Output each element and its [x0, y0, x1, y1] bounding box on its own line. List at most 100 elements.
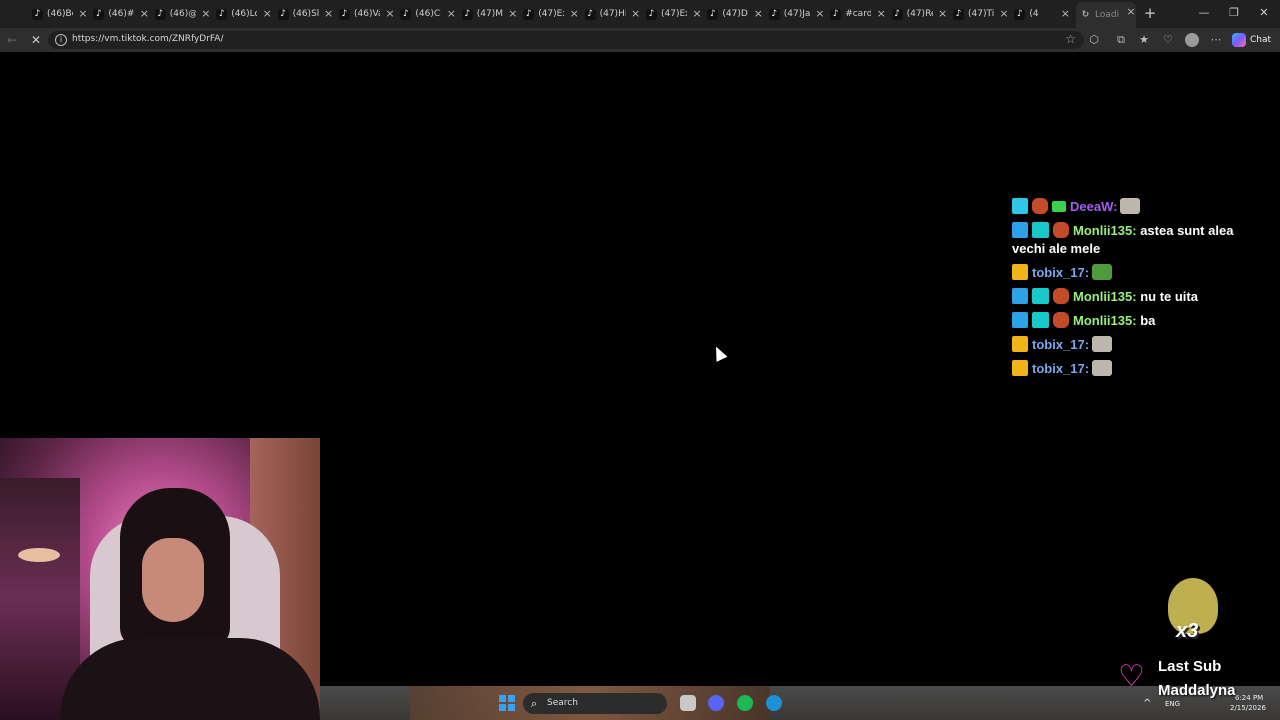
tab[interactable]: ♪ (46)Lo × [216, 4, 272, 24]
tab-close-icon[interactable]: × [1126, 5, 1136, 18]
chat-text: nu te uita [1140, 289, 1198, 304]
tiktok-icon: ♪ [93, 8, 105, 20]
pin-badge-icon [1012, 222, 1028, 238]
tab-close-icon[interactable]: × [938, 7, 948, 20]
crown-badge-icon [1012, 264, 1028, 280]
tab-title: (47)Re [906, 9, 933, 19]
tab[interactable]: ♪(47)Ex× [646, 4, 702, 24]
taskbar-search[interactable]: ⌕ Search [523, 693, 667, 714]
tab-close-icon[interactable]: × [876, 7, 886, 20]
extensions-icon[interactable]: ⬡ [1086, 32, 1102, 48]
tab-title: (47)Ti [968, 9, 994, 19]
tiktok-icon: ♪ [891, 8, 903, 20]
tab[interactable]: ♪(47)Ex× [523, 4, 579, 24]
tab-close-icon[interactable]: × [78, 7, 88, 20]
stop-loading-button[interactable]: ✕ [28, 32, 44, 48]
tab-close-icon[interactable]: × [262, 7, 272, 20]
tab[interactable]: ♪(47)Dc × [707, 4, 763, 24]
tab[interactable]: ♪(46)Slu × [277, 4, 334, 24]
tiktok-icon: ♪ [154, 8, 166, 20]
tiktok-icon: ♪ [830, 8, 842, 20]
minimize-button[interactable]: — [1194, 4, 1214, 22]
url-text[interactable]: https://vm.tiktok.com/ZNRfyDrFA/ [72, 34, 223, 44]
tab-close-icon[interactable]: × [385, 7, 395, 20]
tab-title: (4 [1029, 9, 1039, 19]
close-window-button[interactable]: ✕ [1254, 4, 1274, 22]
last-sub-name: Maddalyna [1158, 682, 1236, 699]
chat-message: tobix_17: [1012, 360, 1262, 378]
green-badge-icon [1052, 201, 1066, 212]
profile-avatar[interactable] [1185, 33, 1199, 47]
tab-close-icon[interactable]: × [692, 7, 702, 20]
restore-button[interactable]: ❐ [1224, 4, 1244, 22]
tab[interactable]: ♪ (47)Hi × [584, 4, 641, 24]
file-explorer-icon[interactable] [680, 695, 696, 711]
tab[interactable]: ♪ (47)Ja × [768, 4, 825, 24]
tab-title: (46)Va [354, 9, 380, 19]
tiktok-icon: ♪ [707, 8, 719, 20]
discord-icon[interactable] [708, 695, 724, 711]
tab-close-icon[interactable]: × [999, 7, 1009, 20]
tiktok-icon: ♪ [400, 8, 412, 20]
new-tab-button[interactable]: + [1142, 4, 1158, 22]
spotify-icon[interactable] [737, 695, 753, 711]
copilot-chat-button[interactable]: Chat [1232, 32, 1271, 48]
tab[interactable]: ♪#cardi × [830, 4, 886, 24]
tiktok-icon: ♪ [646, 8, 657, 20]
edge-icon[interactable] [766, 695, 782, 711]
tab[interactable]: ♪ (4 × [1014, 4, 1070, 24]
tab-close-icon[interactable]: × [1060, 7, 1070, 20]
tab[interactable]: ♪ (47)Ti × [953, 4, 1009, 24]
chat-message: Monlii135: ba [1012, 312, 1262, 330]
browser-toolbar: ← ✕ i https://vm.tiktok.com/ZNRfyDrFA/ ☆… [0, 28, 1280, 52]
tiktok-icon: ♪ [768, 8, 780, 20]
sub-badge-icon [1032, 288, 1049, 304]
crown-badge-icon [1012, 360, 1028, 376]
tab[interactable]: ♪(47)Re × [891, 4, 948, 24]
address-bar[interactable]: i https://vm.tiktok.com/ZNRfyDrFA/ ☆ [48, 31, 1084, 49]
tab[interactable]: ♪ (46)Be × [32, 4, 88, 24]
tiktok-icon: ♪ [216, 8, 228, 20]
tab-close-icon[interactable]: × [324, 7, 334, 20]
chat-message: Monlii135: astea sunt alea vechi ale mel… [1012, 222, 1262, 258]
more-menu-icon[interactable]: ⋯ [1208, 32, 1224, 48]
tab-close-icon[interactable]: × [139, 7, 149, 20]
tab-active[interactable]: ↻ Loadi × [1076, 2, 1136, 28]
tab[interactable]: ♪ (46)Cl × [400, 4, 456, 24]
tab-close-icon[interactable]: × [201, 7, 211, 20]
tab-close-icon[interactable]: × [446, 7, 456, 20]
tab-title: (47)Ja [783, 9, 810, 19]
search-icon: ⌕ [531, 697, 538, 710]
cat-emote-icon [1120, 198, 1141, 214]
tiktok-icon: ♪ [461, 8, 473, 20]
crown-badge-icon [1012, 336, 1028, 352]
tab-title: (47)Hi [599, 9, 626, 19]
red-badge-icon [1053, 312, 1069, 328]
tab-title: (46)#fi [108, 9, 135, 19]
favorites-icon[interactable]: ★ [1136, 32, 1152, 48]
chat-message: DeeaW: [1012, 198, 1262, 216]
cat-emote-icon [1092, 360, 1113, 376]
browser-essentials-icon[interactable]: ♡ [1160, 32, 1176, 48]
start-button[interactable] [499, 695, 515, 711]
tab[interactable]: ♪(46)#fi × [93, 4, 149, 24]
pin-badge-icon [1012, 288, 1028, 304]
tab-title: (46)Slu [292, 9, 319, 19]
tab[interactable]: ♪ (46)Va × [339, 4, 395, 24]
back-button[interactable]: ← [4, 32, 20, 48]
tab-close-icon[interactable]: × [508, 7, 518, 20]
tiktok-icon: ♪ [32, 8, 43, 20]
red-badge-icon [1032, 198, 1048, 214]
split-screen-icon[interactable]: ⧉ [1113, 32, 1129, 48]
tab-close-icon[interactable]: × [631, 7, 641, 20]
site-info-icon[interactable]: i [55, 34, 67, 46]
tab-title: Loadi [1095, 10, 1120, 20]
tab-close-icon[interactable]: × [569, 7, 579, 20]
favorite-star-icon[interactable]: ☆ [1065, 32, 1076, 46]
tab[interactable]: ♪(46)@i × [154, 4, 211, 24]
chat-username: DeeaW: [1070, 199, 1118, 214]
tab-close-icon[interactable]: × [815, 7, 825, 20]
tab-close-icon[interactable]: × [753, 7, 763, 20]
frog-emote-icon [1092, 264, 1113, 280]
tab[interactable]: ♪ (47)M × [461, 4, 518, 24]
